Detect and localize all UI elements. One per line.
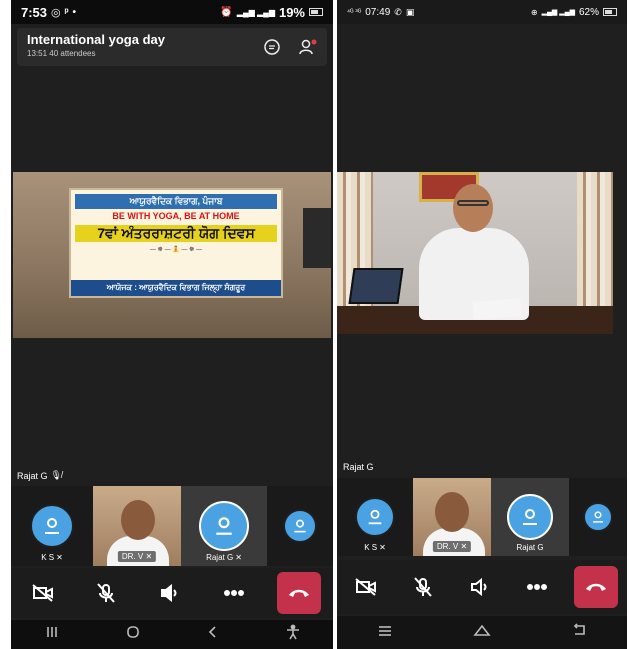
avatar-icon [583,502,613,532]
hang-up-button[interactable] [574,566,619,608]
mic-off-icon: ✕ [56,553,63,562]
mic-off-icon: ✕ [235,553,242,562]
speaker-name: Rajat G [17,470,48,481]
avatar-icon [283,509,317,543]
participant-tile[interactable] [569,478,627,556]
participant-face [121,500,155,540]
banner-slogan: BE WITH YOGA, BE AT HOME [112,211,240,221]
camera-off-button[interactable] [23,573,63,613]
banner-organizer: ਆਯੋਜਕ : ਆਯੁਰਵੈਦਿਕ ਵਿਭਾਗ ਜਿਲ੍ਹਾ ਸੰਗਰੂਰ [71,280,281,296]
call-controls [337,560,627,614]
participant-name: DR. V ✕ [117,551,157,562]
avatar-icon [355,497,395,537]
participant-name: K S ✕ [41,553,63,562]
presenter-face [453,184,493,232]
mic-off-icon: ✕ [379,543,386,552]
message-icon: ▣ [405,6,415,17]
participant-face [435,492,469,532]
dot-icon: • [72,6,77,18]
participant-strip: K S ✕ DR. V ✕ Rajat G ✕ [11,486,333,566]
participant-video-tile[interactable]: DR. V ✕ [93,486,181,566]
right-phone-screen: ⁴ᴳ ³ᴳ 07:49 ✆ ▣ ⊕ ▂▄▆ ▂▄▆ 62% Rajat G K … [337,0,627,649]
avatar-icon [30,504,74,548]
camera-off-button[interactable] [346,567,386,607]
glasses [457,200,489,206]
participant-tile-active[interactable]: Rajat G [491,478,569,556]
hang-up-button[interactable] [277,572,322,614]
paper [472,298,522,320]
back-icon[interactable] [206,625,220,644]
laptop [348,268,404,304]
participant-tile[interactable]: K S ✕ [11,486,93,566]
battery-icon [309,8,323,16]
speaker-video [337,172,613,334]
banner-department: ਆਯੁਰਵੈਦਿਕ ਵਿਭਾਗ, ਪੰਜਾਬ [75,194,277,209]
speaker-label: Rajat G 🎙︎̸ [17,470,62,481]
signal-icon: ▂▄▆ ▂▄▆ [236,7,275,17]
speaker-label: Rajat G [343,462,374,472]
recent-apps-icon[interactable] [44,625,60,644]
whatsapp-icon: ◎ [51,6,61,19]
participants-icon[interactable] [297,36,319,58]
yoga-banner: ਆਯੁਰਵੈਦਿਕ ਵਿਭਾਗ, ਪੰਜਾਬ BE WITH YOGA, BE … [69,188,283,298]
mic-off-button[interactable] [86,573,126,613]
alarm-icon: ⏰ [220,6,233,18]
menu-icon[interactable] [377,624,393,642]
status-time: 7:53 [21,4,48,20]
back-icon[interactable] [571,623,587,642]
home-icon[interactable] [125,625,141,644]
banner-heading: 7ਵਾਂ ਅੰਤਰਰਾਸ਼ਟਰੀ ਯੋਗ ਦਿਵਸ [75,225,277,242]
participant-tile[interactable]: K S ✕ [337,478,413,556]
signal-icon: ▂▄▆ ▂▄▆ [541,9,575,16]
participant-strip: K S ✕ DR. V ✕ Rajat G [337,478,627,556]
participant-name: K S ✕ [364,543,386,552]
mic-off-icon: ✕ [145,552,153,561]
participant-tile-active[interactable]: Rajat G ✕ [181,486,267,566]
android-nav-bar [11,620,333,649]
banner-decoration: — ☸ — 🧘 — ☸ — [149,247,203,253]
status-bar: ⁴ᴳ ³ᴳ 07:49 ✆ ▣ ⊕ ▂▄▆ ▂▄▆ 62% [337,0,627,24]
speaker-name: Rajat G [343,462,374,472]
wall-background [303,208,331,268]
notification-icon: ᵖ [64,6,69,18]
status-bar: 7:53 ◎ ᵖ • ⏰ ▂▄▆ ▂▄▆ 19% [11,0,333,24]
chat-icon[interactable] [261,36,283,58]
speaker-button[interactable] [150,573,190,613]
status-time: 07:49 [365,6,391,18]
android-nav-bar [337,616,627,649]
more-options-button[interactable] [517,567,557,607]
participant-name: Rajat G [516,543,544,552]
shared-video-banner: ਆਯੁਰਵੈਦਿਕ ਵਿਭਾਗ, ਪੰਜਾਬ BE WITH YOGA, BE … [13,172,331,338]
battery-icon [603,8,617,16]
participant-name: DR. V ✕ [432,541,472,552]
network-icon: ⁴ᴳ ³ᴳ [347,8,362,16]
mic-off-icon: ✕ [460,542,468,551]
participant-tile[interactable] [267,486,333,566]
more-options-button[interactable] [214,573,254,613]
call-icon: ✆ [394,6,402,17]
mic-off-icon: 🎙︎̸ [50,470,62,480]
battery-percent: 62% [578,6,599,18]
participant-name: Rajat G ✕ [206,553,242,562]
accessibility-icon[interactable] [285,624,301,645]
avatar-icon [507,494,553,540]
meeting-header: International yoga day 13:51 40 attendee… [17,28,327,66]
speaker-button[interactable] [460,567,500,607]
left-phone-screen: 7:53 ◎ ᵖ • ⏰ ▂▄▆ ▂▄▆ 19% International y… [11,0,333,649]
mic-off-button[interactable] [403,567,443,607]
home-icon[interactable] [473,623,491,642]
call-controls [11,568,333,618]
vibrate-icon: ⊕ [530,7,538,17]
battery-percent: 19% [278,4,305,20]
participant-video-tile[interactable]: DR. V ✕ [413,478,491,556]
avatar-icon [199,501,249,551]
